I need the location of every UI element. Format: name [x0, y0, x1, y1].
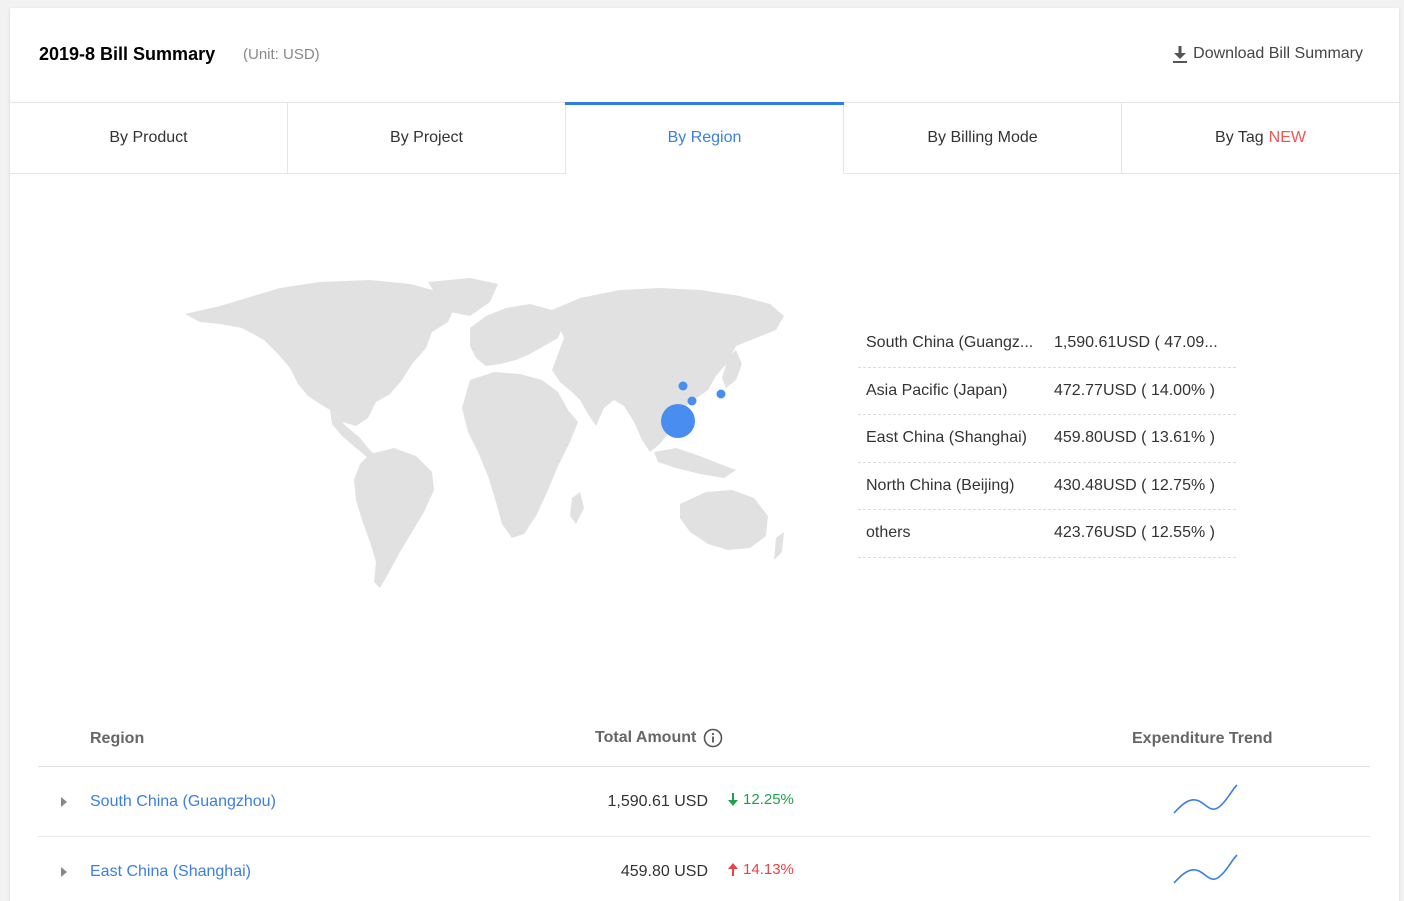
tab-by-tag[interactable]: By Tag NEW — [1122, 103, 1399, 173]
download-bill-summary-button[interactable]: Download Bill Summary — [1173, 45, 1363, 63]
expand-row-caret-icon[interactable] — [61, 867, 67, 877]
legend-region-name: North China (Beijing) — [866, 476, 1015, 494]
tab-label: By Project — [390, 129, 463, 146]
page-title: 2019-8 Bill Summary — [39, 44, 216, 64]
tab-label: By Region — [667, 129, 742, 146]
legend-item: North China (Beijing) 430.48USD ( 12.75%… — [858, 463, 1236, 510]
region-legend: South China (Guangz... 1,590.61USD ( 47.… — [858, 320, 1236, 558]
unit-label: (Unit: USD) — [243, 46, 320, 63]
tab-by-project[interactable]: By Project — [288, 103, 566, 173]
info-icon[interactable] — [703, 728, 723, 748]
bubble-east-china — [687, 396, 697, 406]
bill-summary-card: 2019-8 Bill Summary (Unit: USD) Download… — [10, 8, 1399, 901]
tab-by-billing-mode[interactable]: By Billing Mode — [844, 103, 1122, 173]
table-row: East China (Shanghai) 459.80 USD 14.13% — [38, 837, 1370, 901]
bubble-south-china — [661, 404, 695, 438]
world-map — [185, 278, 784, 588]
legend-region-value: 459.80USD ( 13.61% ) — [1054, 429, 1215, 447]
bubble-north-china — [678, 381, 688, 391]
column-header-expenditure-trend: Expenditure Trend — [1132, 730, 1272, 748]
column-label: Expenditure Trend — [1132, 730, 1273, 747]
change-indicator: 12.25% — [728, 791, 794, 808]
bubble-japan — [716, 389, 726, 399]
column-label: Region — [90, 730, 145, 747]
region-total-amount: 1,590.61 USD — [607, 793, 708, 810]
legend-region-name: East China (Shanghai) — [866, 429, 1027, 447]
legend-region-value: 472.77USD ( 14.00% ) — [1054, 381, 1215, 399]
map-land — [185, 278, 784, 588]
expenditure-trend-sparkline[interactable] — [1173, 853, 1239, 885]
change-percent: 12.25% — [743, 791, 794, 808]
expand-row-caret-icon[interactable] — [61, 797, 67, 807]
legend-region-name: South China (Guangz... — [866, 334, 1034, 352]
region-total-amount: 459.80 USD — [620, 863, 708, 880]
tab-label: By Product — [109, 129, 188, 146]
arrow-down-icon — [728, 793, 738, 806]
new-badge: NEW — [1268, 129, 1306, 146]
tab-label: By Tag — [1215, 129, 1264, 146]
download-label: Download Bill Summary — [1193, 45, 1363, 62]
legend-item: East China (Shanghai) 459.80USD ( 13.61%… — [858, 415, 1236, 463]
change-percent: 14.13% — [743, 861, 794, 878]
tab-label: By Billing Mode — [927, 129, 1038, 146]
change-indicator: 14.13% — [728, 861, 794, 878]
tab-by-product[interactable]: By Product — [10, 103, 288, 173]
legend-item: Asia Pacific (Japan) 472.77USD ( 14.00% … — [858, 368, 1236, 415]
table-header: Region Total Amount Expenditure Trend — [38, 703, 1370, 767]
legend-item: others 423.76USD ( 12.55% ) — [858, 510, 1236, 558]
region-table: Region Total Amount Expenditure Trend So… — [38, 703, 1370, 901]
column-header-total-amount: Total Amount — [595, 728, 723, 748]
legend-region-name: others — [866, 524, 911, 542]
tab-by-region[interactable]: By Region — [565, 102, 844, 174]
download-icon — [1173, 45, 1188, 63]
column-label: Total Amount — [595, 729, 697, 746]
table-row: South China (Guangzhou) 1,590.61 USD 12.… — [38, 767, 1370, 837]
legend-item: South China (Guangz... 1,590.61USD ( 47.… — [858, 320, 1236, 368]
legend-region-name: Asia Pacific (Japan) — [866, 381, 1008, 399]
legend-region-value: 430.48USD ( 12.75% ) — [1054, 476, 1215, 494]
legend-region-value: 1,590.61USD ( 47.09... — [1054, 334, 1218, 352]
legend-region-value: 423.76USD ( 12.55% ) — [1054, 524, 1215, 542]
tab-bar: By Product By Project By Region By Billi… — [10, 102, 1399, 174]
region-link[interactable]: South China (Guangzhou) — [90, 793, 276, 811]
column-header-region: Region — [90, 730, 144, 748]
region-link[interactable]: East China (Shanghai) — [90, 863, 251, 881]
arrow-up-icon — [728, 863, 738, 876]
expenditure-trend-sparkline[interactable] — [1173, 783, 1239, 815]
card-header: 2019-8 Bill Summary (Unit: USD) Download… — [10, 8, 1399, 102]
